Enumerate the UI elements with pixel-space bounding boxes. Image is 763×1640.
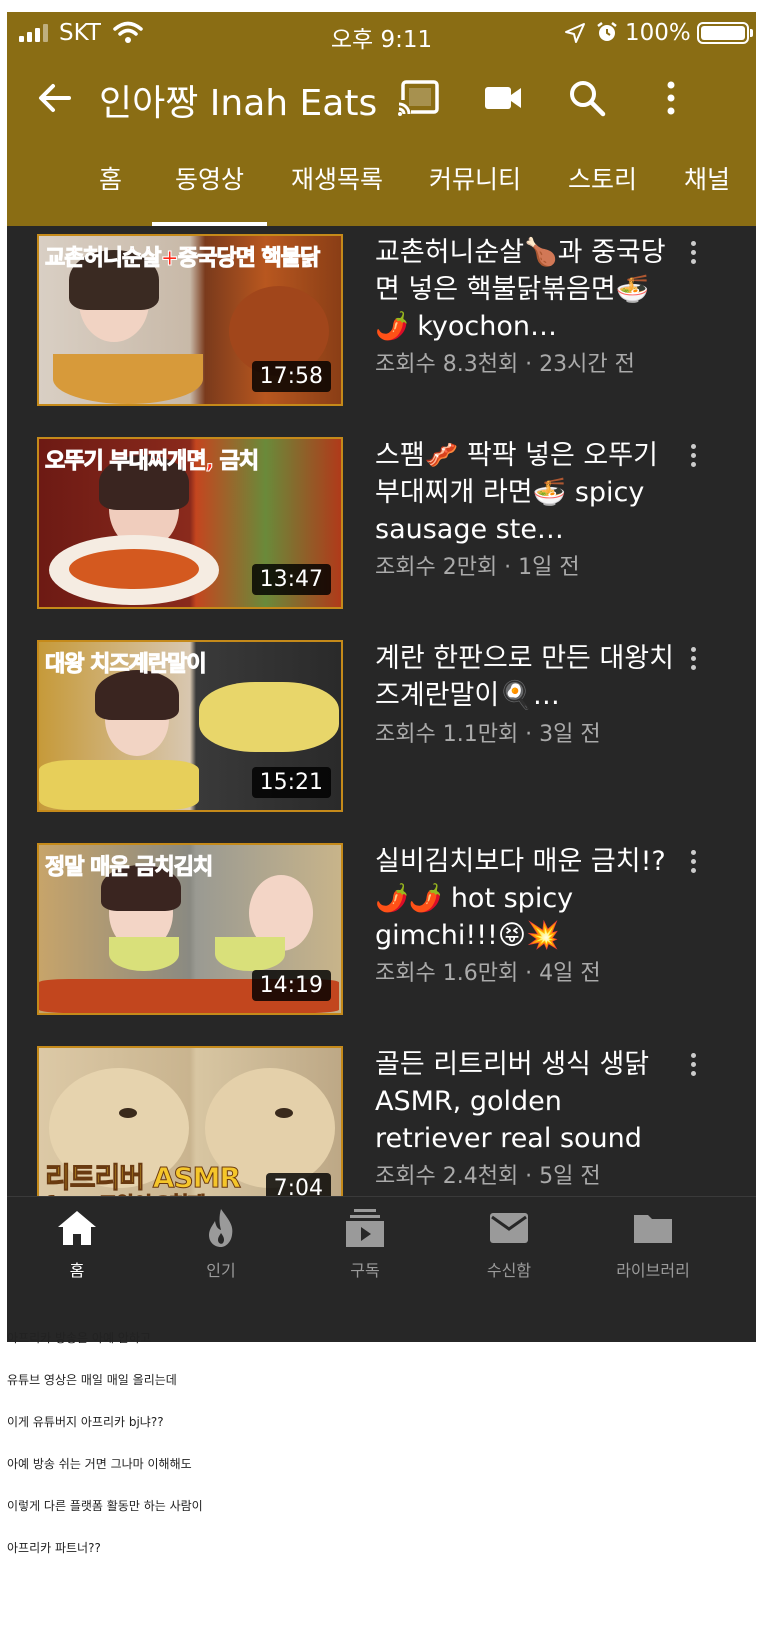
app-bar: 인아짱 Inah Eats <box>7 64 756 134</box>
nav-trending[interactable]: 인기 <box>151 1207 291 1281</box>
nav-library-label: 라이브러리 <box>616 1261 690 1280</box>
cast-icon[interactable] <box>395 76 443 120</box>
video-meta: 조회수 8.3천회 · 23시간 전 <box>375 352 635 377</box>
inbox-mail-icon <box>490 1213 528 1243</box>
video-title[interactable]: 스팸🥓 팍팍 넣은 오뚜기 부대찌개 라면🍜 spicy sausage ste… <box>375 437 675 548</box>
tab-videos[interactable]: 동영상 <box>175 160 244 196</box>
video-more-icon[interactable] <box>681 238 705 272</box>
thumbnail-caption: 정말 매운 금치김치 <box>44 855 213 881</box>
channel-tabs: 홈 동영상 재생목록 커뮤니티 스토리 채널 <box>7 152 756 226</box>
subscriptions-icon <box>346 1209 384 1247</box>
post-line: 아예 방송 쉬는 거면 그나마 이해해도 <box>7 1457 192 1471</box>
video-list: 교촌허니순살+중국당면 핵불닭 17:58 교촌허니순살🍗과 중국당면 넣은 핵… <box>7 226 756 1208</box>
video-meta: 조회수 2.4천회 · 5일 전 <box>375 1164 601 1189</box>
video-item[interactable]: 교촌허니순살+중국당면 핵불닭 17:58 교촌허니순살🍗과 중국당면 넣은 핵… <box>7 226 756 406</box>
video-item[interactable]: 대왕 치즈계란말이 15:21 계란 한판으로 만든 대왕치즈계란말이🍳… 조회… <box>7 632 756 812</box>
post-line: 아프리카 파트너?? <box>7 1541 101 1555</box>
video-more-icon[interactable] <box>681 847 705 881</box>
nav-home[interactable]: 홈 <box>7 1207 147 1281</box>
tab-playlists[interactable]: 재생목록 <box>291 160 383 196</box>
battery-percent: 100% <box>625 20 691 46</box>
video-duration: 17:58 <box>251 361 331 392</box>
bottom-navigation: 홈 인기 구독 수신함 라이브러리 <box>7 1196 756 1288</box>
video-thumbnail[interactable]: 대왕 치즈계란말이 15:21 <box>37 640 343 812</box>
thumbnail-caption: 교촌허니순살+중국당면 핵불닭 <box>44 246 320 272</box>
tab-channel[interactable]: 채널 <box>684 160 730 196</box>
video-meta: 조회수 2만회 · 1일 전 <box>375 555 580 580</box>
channel-header: SKT 오후 9:11 100% 인아짱 Inah Eats 홈 동영상 재생목… <box>7 12 756 226</box>
library-folder-icon <box>634 1215 672 1243</box>
video-duration: 14:19 <box>251 970 331 1001</box>
video-more-icon[interactable] <box>681 1050 705 1084</box>
video-title[interactable]: 실비김치보다 매운 금치!?🌶️🌶️ hot spicy gimchi!!!😝💥 <box>375 843 675 954</box>
post-line: 유튜브 영상은 매일 매일 올리는데 <box>7 1373 177 1387</box>
location-arrow-icon <box>565 23 585 43</box>
trending-flame-icon <box>209 1209 233 1247</box>
nav-trending-label: 인기 <box>206 1261 236 1280</box>
post-body: 아프리카 방송은 아예 안하고 유튜브 영상은 매일 매일 올리는데 이게 유튜… <box>7 1330 747 1582</box>
tab-home[interactable]: 홈 <box>99 160 122 196</box>
video-title[interactable]: 계란 한판으로 만든 대왕치즈계란말이🍳… <box>375 640 675 714</box>
search-icon[interactable] <box>563 76 611 120</box>
channel-title: 인아짱 Inah Eats <box>99 83 378 124</box>
video-meta: 조회수 1.6만회 · 4일 전 <box>375 961 601 986</box>
video-meta: 조회수 1.1만회 · 3일 전 <box>375 722 601 747</box>
back-arrow-icon[interactable] <box>33 76 77 120</box>
home-icon <box>58 1211 96 1245</box>
video-item[interactable]: 리트리버 ASMR feat. 고양이 3형제 7:04 골든 리트리버 생식 … <box>7 1038 756 1208</box>
video-thumbnail[interactable]: 정말 매운 금치김치 14:19 <box>37 843 343 1015</box>
post-line: 아프리카 방송은 아예 안하고 <box>7 1331 151 1345</box>
phone-screenshot: SKT 오후 9:11 100% 인아짱 Inah Eats 홈 동영상 재생목… <box>7 12 756 1342</box>
video-more-icon[interactable] <box>681 644 705 678</box>
video-title[interactable]: 골든 리트리버 생식 생닭 ASMR, golden retriever rea… <box>375 1046 675 1157</box>
video-thumbnail[interactable]: 교촌허니순살+중국당면 핵불닭 17:58 <box>37 234 343 406</box>
video-camera-icon[interactable] <box>479 76 527 120</box>
status-bar: SKT 오후 9:11 100% <box>7 12 756 54</box>
tab-community[interactable]: 커뮤니티 <box>429 160 521 196</box>
nav-subscriptions[interactable]: 구독 <box>295 1207 435 1281</box>
post-line: 이게 유튜버지 아프리카 bj냐?? <box>7 1415 164 1429</box>
video-item[interactable]: 정말 매운 금치김치 14:19 실비김치보다 매운 금치!?🌶️🌶️ hot … <box>7 835 756 1015</box>
nav-subscriptions-label: 구독 <box>350 1261 380 1280</box>
video-item[interactable]: 오뚜기 부대찌개면, 금치 13:47 스팸🥓 팍팍 넣은 오뚜기 부대찌개 라… <box>7 429 756 609</box>
video-thumbnail[interactable]: 오뚜기 부대찌개면, 금치 13:47 <box>37 437 343 609</box>
thumbnail-caption: 오뚜기 부대찌개면, 금치 <box>44 449 259 475</box>
post-line: 이렇게 다른 플랫폼 활동만 하는 사람이 <box>7 1499 203 1513</box>
video-duration: 15:21 <box>251 767 331 798</box>
battery-icon <box>697 22 753 44</box>
nav-inbox[interactable]: 수신함 <box>439 1207 579 1281</box>
video-duration: 13:47 <box>251 564 331 595</box>
tab-stories[interactable]: 스토리 <box>568 160 637 196</box>
thumbnail-caption: 대왕 치즈계란말이 <box>45 652 208 678</box>
more-vert-icon[interactable] <box>647 76 695 120</box>
nav-home-label: 홈 <box>69 1261 85 1280</box>
video-thumbnail[interactable]: 리트리버 ASMR feat. 고양이 3형제 7:04 <box>37 1046 343 1208</box>
nav-inbox-label: 수신함 <box>486 1261 532 1280</box>
nav-library[interactable]: 라이브러리 <box>583 1207 723 1281</box>
alarm-clock-icon <box>597 22 617 41</box>
video-title[interactable]: 교촌허니순살🍗과 중국당면 넣은 핵불닭볶음면🍜🌶️ kyochon… <box>375 234 675 345</box>
video-more-icon[interactable] <box>681 441 705 475</box>
